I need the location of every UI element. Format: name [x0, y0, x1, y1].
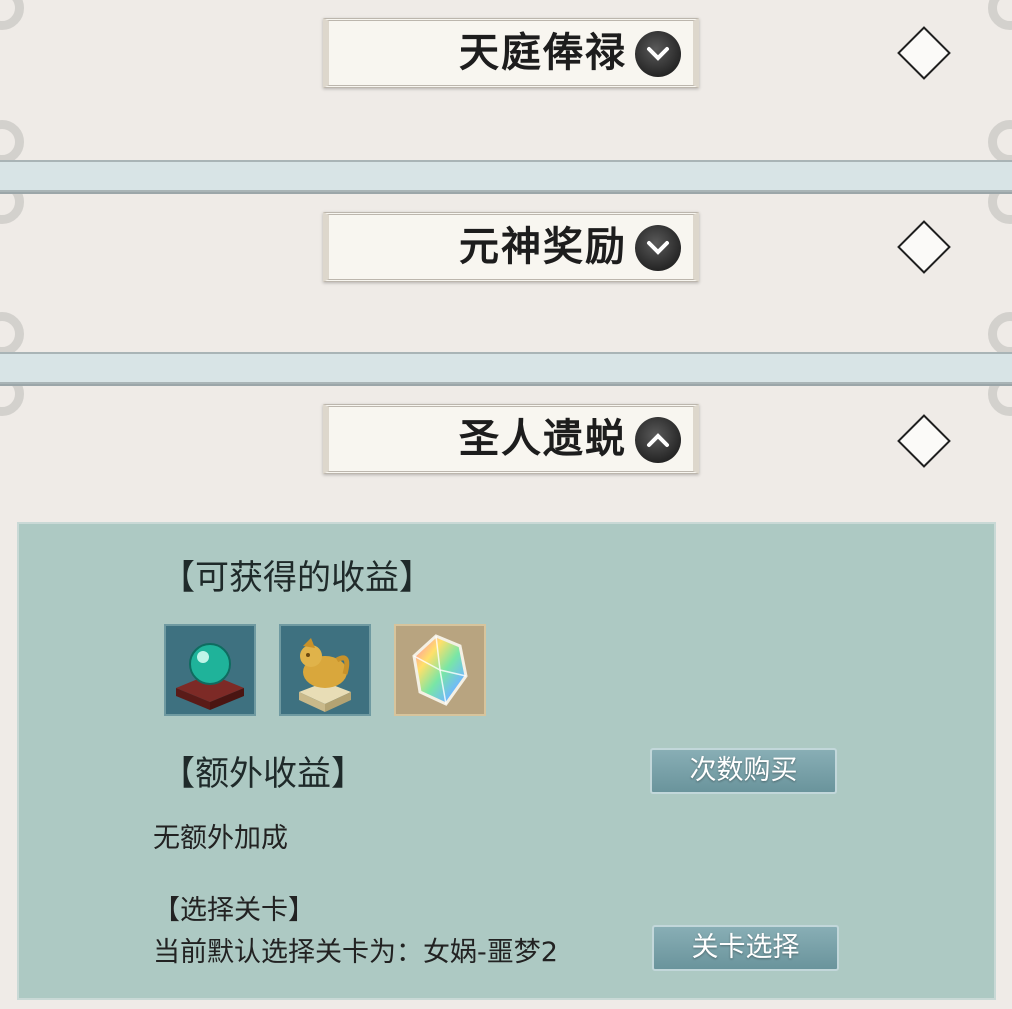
extra-rewards-header: 【额外收益】 — [161, 754, 365, 794]
current-stage-text: 当前默认选择关卡为：女娲-噩梦2 — [153, 937, 558, 968]
buy-times-button[interactable]: 次数购买 — [650, 748, 837, 794]
select-diamond-icon[interactable] — [897, 26, 951, 80]
rainbow-crystal-icon[interactable] — [394, 624, 486, 716]
cloud-ornament — [988, 386, 1012, 416]
section-title: 元神奖励 — [459, 223, 627, 270]
section-yuanshen-jiangli: 元神奖励 — [0, 192, 1012, 354]
stage-select-button[interactable]: 关卡选择 — [652, 925, 839, 971]
section-title-scroll[interactable]: 天庭俸禄 — [323, 18, 699, 88]
section-title-scroll[interactable]: 圣人遗蜕 — [323, 404, 699, 474]
section-title: 圣人遗蜕 — [459, 415, 627, 462]
cloud-ornament — [0, 194, 24, 224]
extra-bonus-text: 无额外加成 — [153, 823, 288, 854]
section-divider — [0, 160, 1012, 192]
chevron-up-icon[interactable] — [635, 417, 681, 463]
section-title: 天庭俸禄 — [459, 29, 627, 76]
rewards-panel: 【可获得的收益】 【额外收益】 次数购买 无额外加成 【选择关卡】 当前默认选择… — [17, 522, 996, 1000]
cloud-ornament — [0, 120, 24, 162]
select-diamond-icon[interactable] — [897, 414, 951, 468]
golden-beast-seal-icon[interactable] — [279, 624, 371, 716]
cloud-ornament — [0, 0, 24, 30]
cloud-ornament — [988, 194, 1012, 224]
cloud-ornament — [0, 312, 24, 354]
select-diamond-icon[interactable] — [897, 220, 951, 274]
jade-orb-icon[interactable] — [164, 624, 256, 716]
chevron-down-icon[interactable] — [635, 31, 681, 77]
cloud-ornament — [988, 312, 1012, 354]
cloud-ornament — [0, 386, 24, 416]
cloud-ornament — [988, 120, 1012, 162]
chevron-down-icon[interactable] — [635, 225, 681, 271]
cloud-ornament — [988, 0, 1012, 30]
section-divider — [0, 352, 1012, 384]
section-title-scroll[interactable]: 元神奖励 — [323, 212, 699, 282]
stage-select-header: 【选择关卡】 — [153, 895, 315, 926]
section-tianting-fenglu: 天庭俸禄 — [0, 0, 1012, 162]
rewards-header: 【可获得的收益】 — [161, 558, 433, 598]
